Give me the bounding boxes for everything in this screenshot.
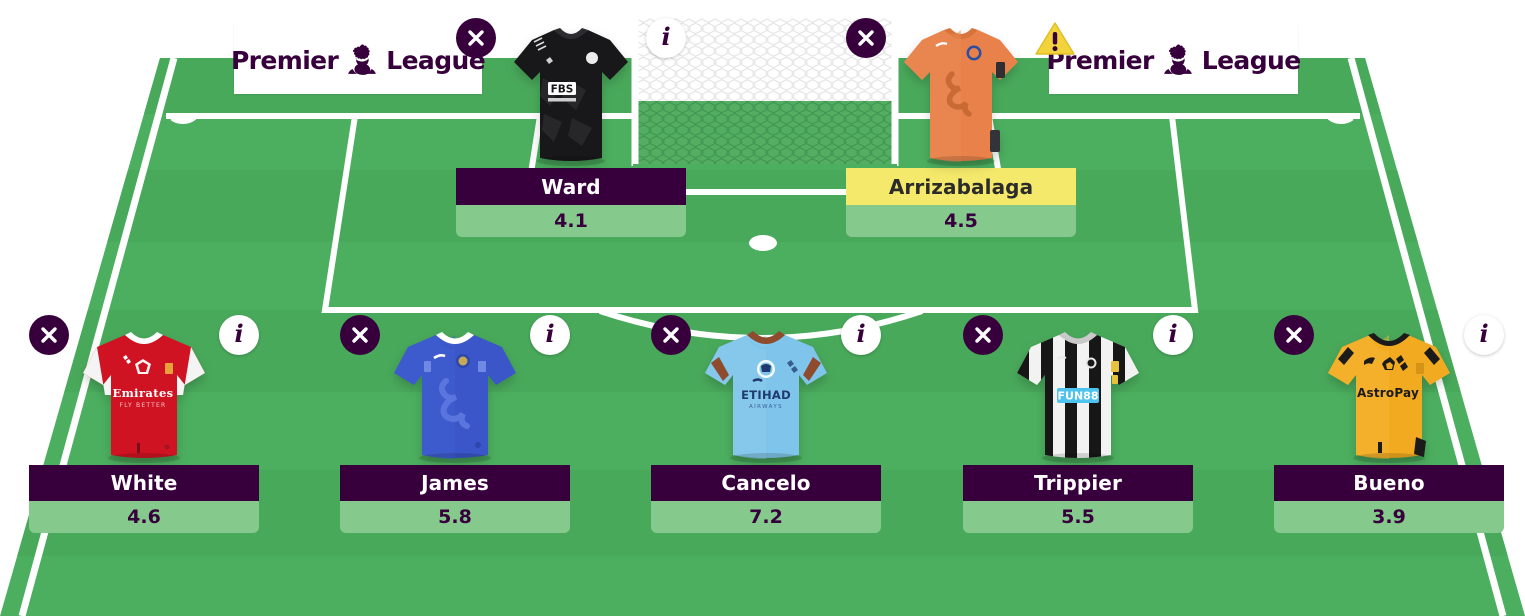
player-name: Ward — [456, 168, 686, 205]
player-price: 5.5 — [963, 501, 1193, 533]
player-card-defender-3[interactable]: FUN88 i Trippier 5.5 — [963, 315, 1193, 533]
svg-text:FLY BETTER: FLY BETTER — [120, 402, 167, 409]
svg-text:AIRWAYS: AIRWAYS — [749, 404, 783, 410]
premier-league-lion-icon — [348, 44, 377, 75]
player-name: Bueno — [1274, 465, 1504, 501]
warning-triangle-icon — [1035, 22, 1075, 55]
player-info-button[interactable]: i — [219, 315, 259, 355]
svg-text:AstroPay: AstroPay — [1357, 386, 1419, 400]
remove-player-button[interactable] — [846, 18, 886, 58]
player-info-button[interactable]: i — [841, 315, 881, 355]
player-price: 4.6 — [29, 501, 259, 533]
player-shirt-area — [846, 18, 1076, 168]
fantasy-pitch-view: Premier League Premier League FBS i Ward… — [0, 0, 1525, 616]
player-price: 4.1 — [456, 205, 686, 237]
player-shirt-area: Emirates FLY BETTER i — [29, 315, 259, 465]
kit-goalkeeper-orange — [900, 18, 1022, 168]
player-price: 3.9 — [1274, 501, 1504, 533]
player-status-warning-button[interactable] — [1034, 20, 1076, 58]
kit-outfield-wolves: AstroPay — [1324, 325, 1454, 465]
player-name: White — [29, 465, 259, 501]
close-x-icon — [468, 30, 484, 46]
info-icon: i — [545, 319, 555, 348]
player-price: 7.2 — [651, 501, 881, 533]
advert-text-premier: Premier — [230, 45, 339, 75]
player-shirt-area: i — [340, 315, 570, 465]
info-icon: i — [1168, 319, 1178, 348]
info-icon: i — [856, 319, 866, 348]
player-shirt-area: FBS i — [456, 18, 686, 168]
player-card-defender-0[interactable]: Emirates FLY BETTER i White 4.6 — [29, 315, 259, 533]
player-info-button[interactable]: i — [530, 315, 570, 355]
remove-player-button[interactable] — [963, 315, 1003, 355]
player-card-defender-1[interactable]: i James 5.8 — [340, 315, 570, 533]
player-shirt-area: FUN88 i — [963, 315, 1193, 465]
close-x-icon — [663, 327, 679, 343]
close-x-icon — [858, 30, 874, 46]
player-name: Trippier — [963, 465, 1193, 501]
close-x-icon — [41, 327, 57, 343]
close-x-icon — [352, 327, 368, 343]
player-name: Arrizabalaga — [846, 168, 1076, 205]
info-icon: i — [234, 319, 244, 348]
svg-text:Emirates: Emirates — [112, 386, 173, 400]
info-icon: i — [1479, 319, 1489, 348]
penalty-spot — [749, 235, 777, 251]
player-shirt-area: ETIHAD AIRWAYS i — [651, 315, 881, 465]
player-card-defender-4[interactable]: AstroPay i Bueno 3.9 — [1274, 315, 1504, 533]
advert-text-league: League — [1201, 45, 1301, 75]
kit-outfield-newcastle: FUN88 — [1013, 325, 1143, 465]
player-name: James — [340, 465, 570, 501]
svg-text:ETIHAD: ETIHAD — [741, 388, 791, 402]
player-info-button[interactable]: i — [646, 18, 686, 58]
remove-player-button[interactable] — [29, 315, 69, 355]
player-price: 4.5 — [846, 205, 1076, 237]
player-name: Cancelo — [651, 465, 881, 501]
info-icon: i — [661, 22, 671, 51]
player-card-goalkeeper-0[interactable]: FBS i Ward 4.1 — [456, 18, 686, 237]
advert-board-right: Premier League — [1046, 22, 1301, 94]
remove-player-button[interactable] — [651, 315, 691, 355]
svg-text:FBS: FBS — [551, 84, 574, 96]
remove-player-button[interactable] — [340, 315, 380, 355]
player-shirt-area: AstroPay i — [1274, 315, 1504, 465]
svg-text:FUN88: FUN88 — [1058, 390, 1099, 403]
close-x-icon — [1286, 327, 1302, 343]
kit-outfield-chelsea — [390, 325, 520, 465]
player-info-button[interactable]: i — [1464, 315, 1504, 355]
remove-player-button[interactable] — [1274, 315, 1314, 355]
player-price: 5.8 — [340, 501, 570, 533]
kit-outfield-mancity: ETIHAD AIRWAYS — [701, 325, 831, 465]
premier-league-lion-icon — [1163, 44, 1192, 75]
advert-board-left: Premier League — [230, 22, 486, 94]
kit-outfield-arsenal: Emirates FLY BETTER — [79, 325, 209, 465]
close-x-icon — [975, 327, 991, 343]
player-card-defender-2[interactable]: ETIHAD AIRWAYS i Cancelo 7.2 — [651, 315, 881, 533]
remove-player-button[interactable] — [456, 18, 496, 58]
player-card-goalkeeper-1[interactable]: Arrizabalaga 4.5 — [846, 18, 1076, 237]
kit-goalkeeper-black: FBS — [510, 18, 632, 168]
player-info-button[interactable]: i — [1153, 315, 1193, 355]
